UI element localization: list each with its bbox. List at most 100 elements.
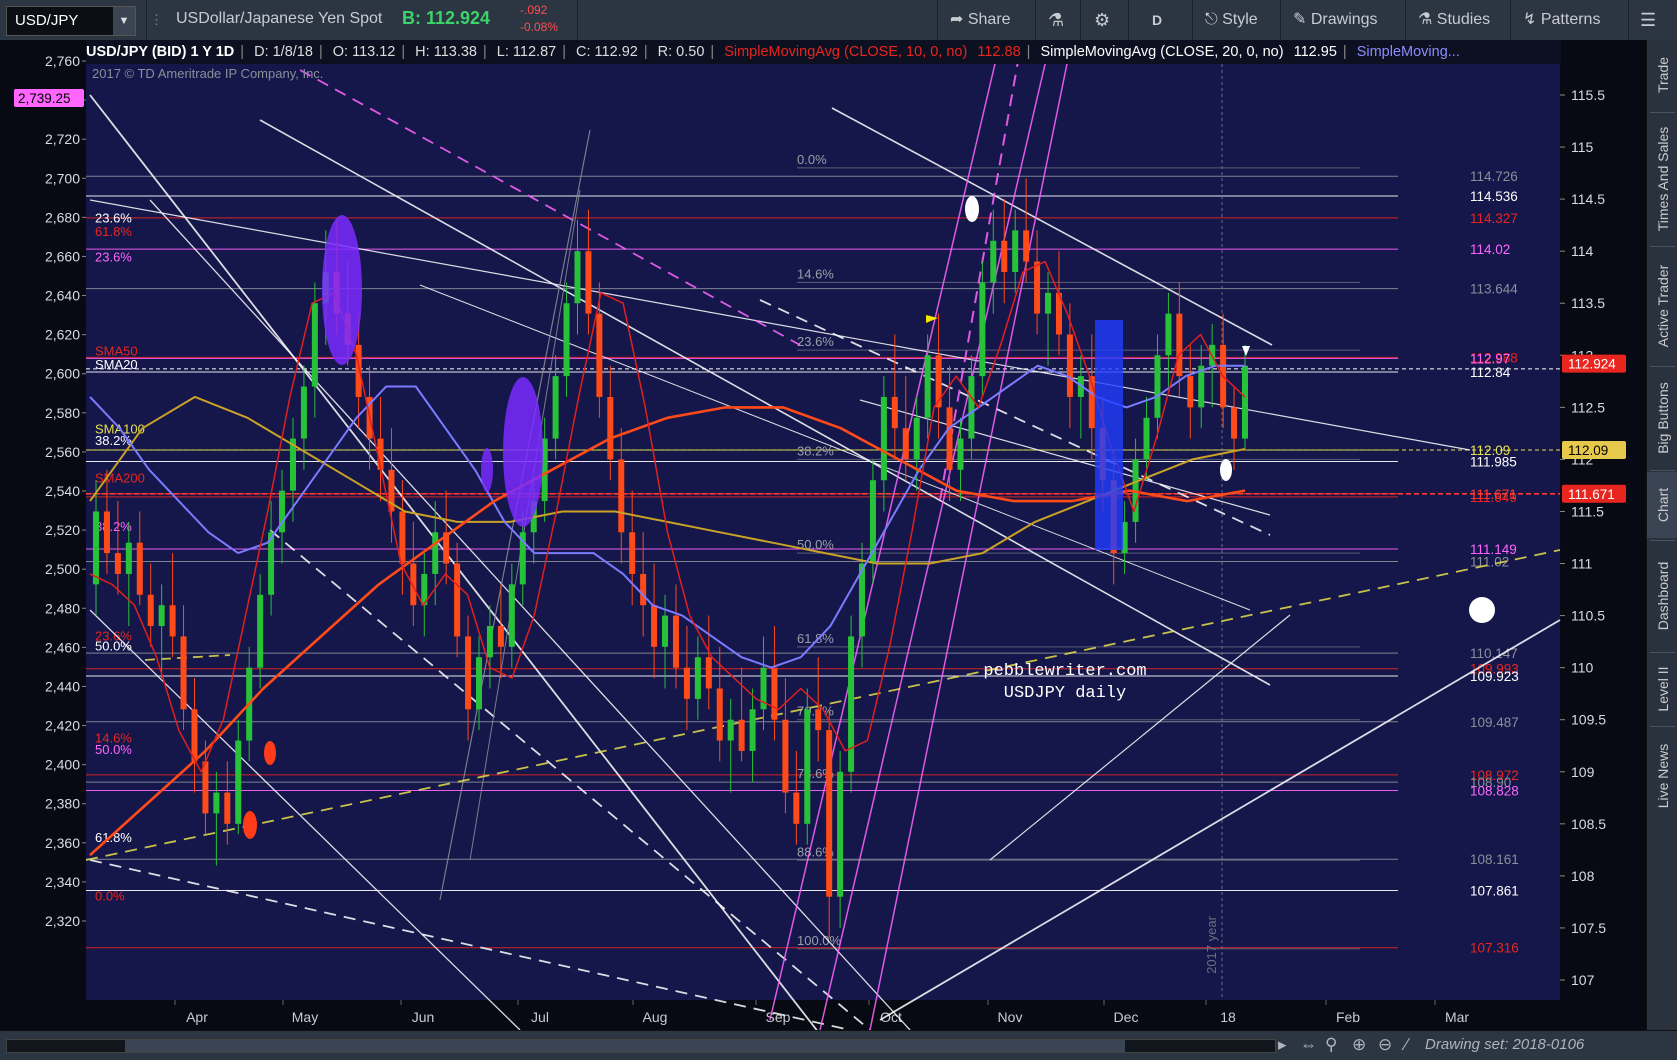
candle-body: [180, 636, 187, 710]
left-axis-label: 2,320: [45, 913, 80, 929]
drag-handle-icon[interactable]: ⋮: [150, 12, 163, 28]
candle-body: [475, 657, 483, 710]
left-axis-label: 2,580: [45, 405, 80, 421]
bar-range: R: 0.50: [657, 44, 705, 60]
candle-body: [629, 532, 636, 574]
right-axis-label: 110.5: [1571, 608, 1605, 624]
candle-body: [935, 355, 942, 408]
sidebar-tab-chart[interactable]: Chart: [1647, 472, 1677, 538]
drawing-set-label[interactable]: Drawing set: 2018-0106: [1425, 1036, 1584, 1053]
price-chart[interactable]: Apr May Jun Jul Aug Sep Oct Nov Dec 18 Feb Mar115.5…: [0, 40, 1646, 1030]
marker-dot: [1469, 597, 1495, 623]
zoom-out-icon[interactable]: ⊖: [1378, 1035, 1392, 1055]
candle-body: [672, 615, 679, 668]
right-axis-label: 107.5: [1571, 920, 1606, 936]
candle-body: [651, 605, 658, 647]
level-label: 108.828: [1470, 784, 1519, 799]
left-axis-label: 2,460: [45, 639, 80, 655]
fib-label-mid: 14.6%: [797, 266, 834, 281]
bottom-bar: ▸ ⇔ ⚲ ⊕ ⊖ ∕ Drawing set: 2018-0106: [0, 1030, 1677, 1060]
fib-label-left: 23.6%: [95, 249, 132, 264]
candle-body: [957, 438, 964, 470]
left-axis-label: 2,340: [45, 874, 80, 890]
level-label: 111.985: [1470, 454, 1517, 469]
right-axis-label: 111.5: [1571, 503, 1604, 519]
sidebar-tab-trade[interactable]: Trade: [1647, 40, 1677, 110]
candle-body: [902, 428, 909, 460]
candle-body: [848, 636, 855, 772]
left-axis-label: 2,720: [45, 131, 80, 147]
candle-body: [125, 542, 132, 574]
sidebar-tab-big-buttons[interactable]: Big Buttons: [1647, 368, 1677, 468]
left-axis-label: 2,380: [45, 796, 80, 812]
study-more[interactable]: SimpleMoving...: [1357, 44, 1460, 60]
left-axis-label: 2,520: [45, 522, 80, 538]
right-axis-label: 115.5: [1571, 87, 1605, 103]
candle-body: [1241, 365, 1249, 439]
left-axis-label: 2,660: [45, 248, 80, 264]
sidebar-tab-active-trader[interactable]: Active Trader: [1647, 248, 1677, 364]
scroll-right-icon[interactable]: ▸: [1278, 1035, 1287, 1055]
x-axis-label: Dec: [1114, 1009, 1139, 1025]
settings-button[interactable]: ⚙: [1094, 0, 1110, 40]
level-label: 114.02: [1470, 242, 1510, 257]
studies-button[interactable]: ⚗ Studies: [1418, 0, 1490, 40]
sidebar-tab-live-news[interactable]: Live News: [1647, 728, 1677, 824]
drawings-button[interactable]: ✎ Drawings: [1293, 0, 1378, 40]
flask-icon: ⚗: [1048, 10, 1065, 30]
study-sma10[interactable]: SimpleMovingAvg (CLOSE, 10, 0, no): [724, 44, 967, 60]
marker-dot: [965, 196, 979, 222]
study-sma20[interactable]: SimpleMovingAvg (CLOSE, 20, 0, no): [1040, 44, 1283, 60]
zoom-in-icon[interactable]: ⊕: [1352, 1035, 1366, 1055]
candle-body: [1066, 334, 1073, 397]
left-axis-label: 2,600: [45, 366, 80, 382]
x-axis-label: Feb: [1336, 1009, 1360, 1025]
candle-body: [1034, 261, 1041, 314]
chevron-down-icon[interactable]: ▼: [113, 7, 135, 35]
chart-scrollbar[interactable]: [6, 1039, 1276, 1053]
expand-icon[interactable]: ⇔: [1300, 1035, 1317, 1055]
patterns-button[interactable]: ↯ Patterns: [1523, 0, 1600, 40]
line-tool-icon[interactable]: ∕: [1405, 1035, 1408, 1055]
menu-button[interactable]: ☰: [1640, 0, 1656, 40]
candle-body: [465, 636, 472, 710]
candle-body: [497, 626, 504, 647]
right-axis-label: 109.5: [1571, 712, 1606, 728]
fib-label-left: 38.2%: [95, 519, 132, 534]
candle-body: [1143, 417, 1150, 460]
flask-icon: ⚗: [1418, 11, 1433, 28]
net-change: -.092: [520, 3, 548, 17]
aggregation-button[interactable]: D: [1152, 0, 1162, 40]
sidebar-tab-dashboard[interactable]: Dashboard: [1647, 542, 1677, 650]
study-sma10-value: 112.88: [977, 44, 1021, 60]
copyright-text: 2017 © TD Ameritrade IP Company, Inc.: [92, 66, 323, 81]
sidebar-tab-level-ii[interactable]: Level II: [1647, 654, 1677, 724]
right-axis-label: 109: [1571, 764, 1595, 780]
share-button[interactable]: ➦ Share: [950, 0, 1011, 40]
level-label: 113.644: [1470, 282, 1518, 297]
candle-body: [585, 251, 592, 314]
flask-button[interactable]: ⚗: [1048, 0, 1064, 40]
scrollbar-thumb[interactable]: [125, 1040, 1125, 1052]
candle-body: [213, 792, 220, 814]
right-axis-label: 107: [1571, 972, 1595, 988]
zoom-icon[interactable]: ⚲: [1325, 1035, 1337, 1055]
level-label: 114.726: [1470, 169, 1518, 184]
highlight-box: [1095, 320, 1123, 550]
x-axis-label: Nov: [998, 1009, 1023, 1025]
candle-body: [1187, 376, 1194, 408]
level-label: 107.861: [1470, 883, 1519, 898]
symbol-selector[interactable]: USD/JPY ▼: [6, 6, 136, 36]
candle-body: [946, 407, 953, 470]
candle-body: [804, 709, 811, 824]
left-axis-label: 2,640: [45, 288, 80, 304]
top-toolbar: USD/JPY ▼ ⋮ USDollar/Japanese Yen Spot B…: [0, 0, 1677, 41]
candle-body: [596, 313, 603, 397]
style-button[interactable]: ⎋ Style: [1205, 0, 1258, 40]
sidebar-tab-times-and-sales[interactable]: Times And Sales: [1647, 114, 1677, 244]
candle-body: [1176, 313, 1183, 377]
candle-body: [826, 730, 833, 897]
candle-body: [399, 511, 406, 564]
left-axis-label: 2,360: [45, 835, 80, 851]
candle-body: [727, 719, 734, 741]
